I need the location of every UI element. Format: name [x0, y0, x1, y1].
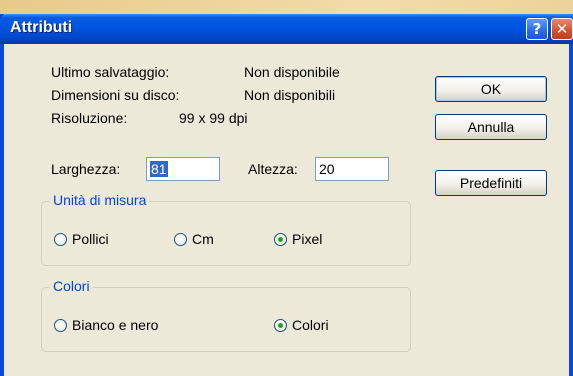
ok-button[interactable]: OK: [435, 76, 547, 102]
close-button[interactable]: ✕: [551, 18, 573, 40]
unit-pixel-radio[interactable]: Pixel: [274, 231, 322, 247]
color-bw-label: Bianco e nero: [72, 317, 159, 333]
defaults-button[interactable]: Predefiniti: [435, 170, 547, 196]
units-group: Unità di misura Pollici Cm Pixel: [41, 192, 411, 266]
attributes-dialog: Attributi ? ✕ Ultimo salvataggio: Non di…: [0, 14, 573, 376]
unit-inches-label: Pollici: [72, 231, 109, 247]
close-icon: ✕: [555, 20, 569, 38]
radio-checked-icon: [274, 232, 287, 246]
color-bw-radio[interactable]: Bianco e nero: [54, 317, 158, 333]
colors-group: Colori Bianco e nero Colori: [41, 278, 411, 352]
unit-pixel-label: Pixel: [292, 231, 323, 247]
cancel-button[interactable]: Annulla: [435, 114, 547, 140]
disk-size-value: Non disponibili: [244, 87, 336, 103]
width-field[interactable]: 81: [146, 157, 220, 181]
color-color-radio[interactable]: Colori: [274, 317, 329, 333]
height-field[interactable]: 20: [315, 157, 389, 181]
resolution-label: Risoluzione:: [51, 110, 128, 126]
dialog-title: Attributi: [10, 19, 73, 36]
help-icon: ?: [532, 20, 542, 38]
help-button[interactable]: ?: [526, 18, 548, 40]
disk-size-label: Dimensioni su disco:: [51, 87, 180, 103]
last-saved-label: Ultimo salvataggio:: [51, 64, 170, 80]
radio-unchecked-icon: [54, 232, 67, 246]
width-value: 81: [150, 161, 168, 177]
units-group-title: Unità di misura: [50, 192, 150, 208]
unit-cm-radio[interactable]: Cm: [174, 231, 214, 247]
height-value: 20: [319, 161, 335, 177]
last-saved-value: Non disponibile: [244, 64, 340, 80]
title-bar[interactable]: Attributi ? ✕: [0, 14, 573, 44]
width-label: Larghezza:: [51, 161, 121, 177]
radio-unchecked-icon: [54, 318, 67, 332]
unit-cm-label: Cm: [192, 231, 214, 247]
resolution-value: 99 x 99 dpi: [179, 110, 248, 126]
color-color-label: Colori: [292, 317, 329, 333]
colors-group-title: Colori: [50, 278, 93, 294]
radio-unchecked-icon: [174, 232, 187, 246]
height-label: Altezza:: [248, 161, 298, 177]
radio-checked-icon: [274, 318, 287, 332]
unit-inches-radio[interactable]: Pollici: [54, 231, 109, 247]
